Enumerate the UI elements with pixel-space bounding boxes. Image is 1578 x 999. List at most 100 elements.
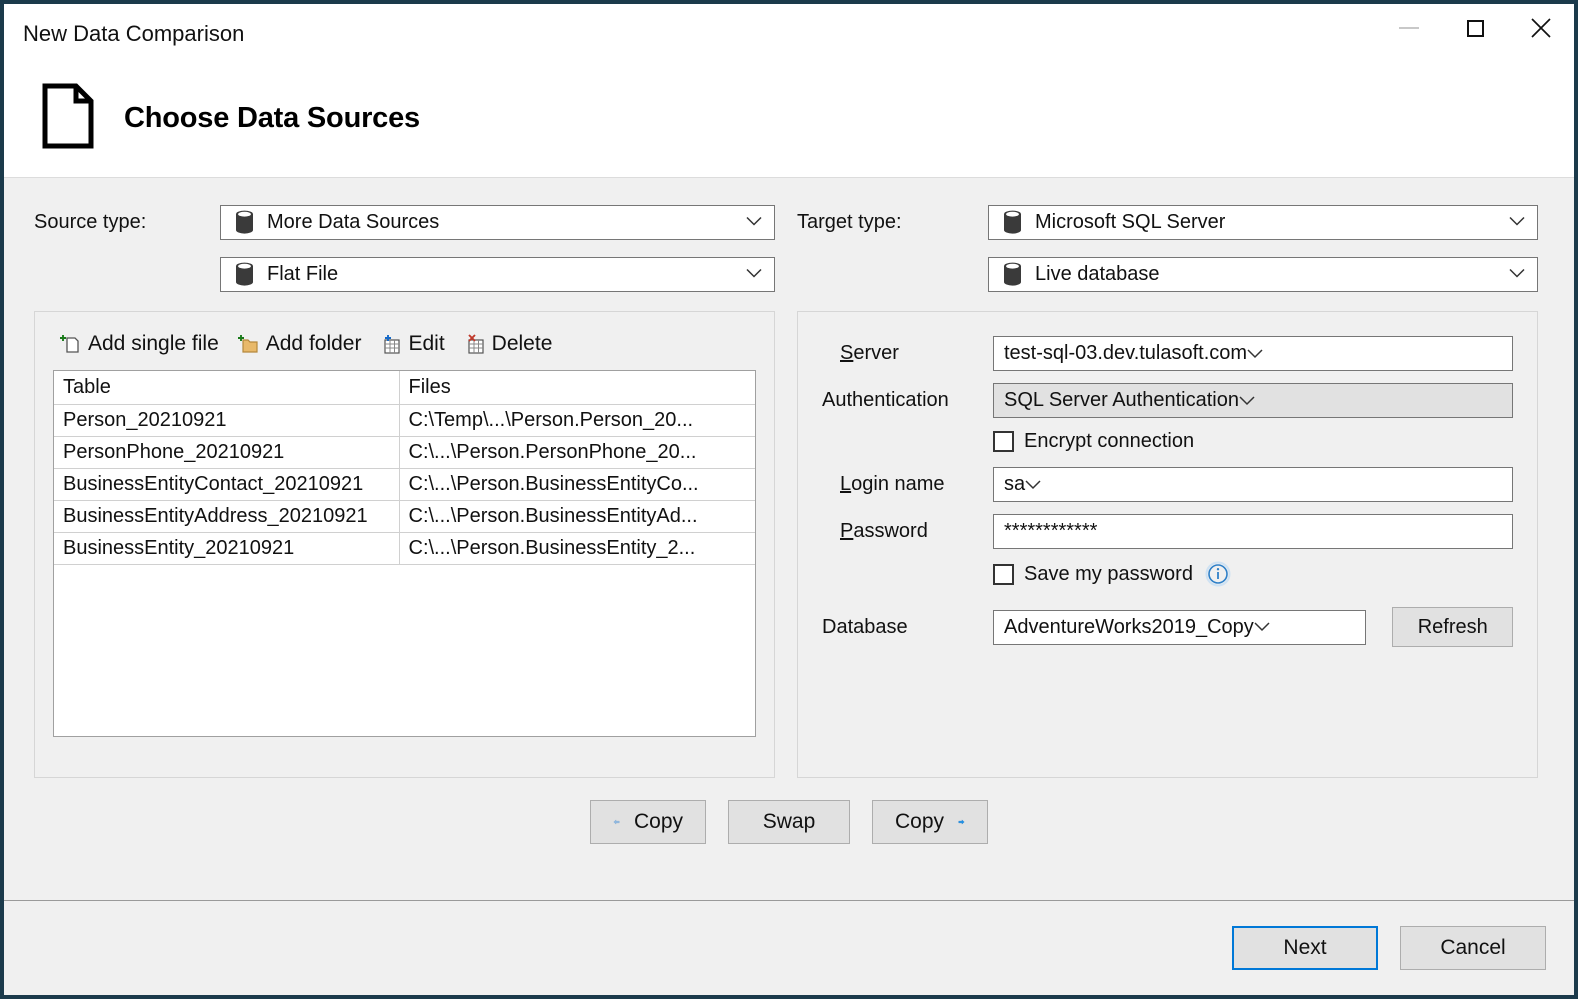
database-icon [1004, 210, 1021, 234]
copy-right-label: Copy [895, 810, 945, 833]
next-label: Next [1283, 936, 1327, 959]
login-name-row: Login name sa [822, 467, 1513, 502]
page-title: Choose Data Sources [124, 102, 420, 134]
cell-file-path: C:\...\Person.PersonPhone_20... [399, 436, 755, 469]
window-controls [1376, 4, 1574, 52]
swap-button[interactable]: Swap [728, 800, 850, 844]
chevron-down-icon [1239, 395, 1255, 405]
database-icon [236, 210, 253, 234]
save-password-row[interactable]: Save my password [993, 561, 1513, 587]
database-icon [1004, 262, 1021, 286]
target-type-row: Target type: Microsoft SQL Server [797, 204, 1538, 240]
files-toolbar: Add single file Add folder Edit Delete [59, 332, 756, 356]
server-input[interactable]: test-sql-03.dev.tulasoft.com [993, 336, 1513, 371]
encrypt-connection-checkbox[interactable] [993, 431, 1014, 452]
chevron-down-icon [1025, 479, 1041, 489]
database-icon [236, 262, 253, 286]
table-row[interactable]: Person_20210921 C:\Temp\...\Person.Perso… [54, 404, 755, 437]
refresh-label: Refresh [1417, 615, 1488, 638]
cell-table-name: Person_20210921 [54, 404, 400, 437]
target-provider-combo[interactable]: Microsoft SQL Server [988, 204, 1538, 240]
maximize-button[interactable] [1442, 4, 1508, 52]
table-row[interactable]: BusinessEntityAddress_20210921 C:\...\Pe… [54, 500, 755, 533]
login-name-input[interactable]: sa [993, 467, 1513, 502]
cell-file-path: C:\...\Person.BusinessEntityAd... [399, 500, 755, 533]
save-password-checkbox[interactable] [993, 563, 1014, 585]
close-icon [1531, 18, 1551, 38]
new-data-comparison-dialog: New Data Comparison Choose Data Sources [0, 0, 1578, 999]
add-single-file-button[interactable]: Add single file [59, 332, 219, 356]
copy-right-button[interactable]: Copy [872, 800, 988, 844]
next-button[interactable]: Next [1232, 926, 1378, 970]
files-table: Table Files Person_20210921 C:\Temp\...\… [54, 371, 755, 565]
database-label: Database [822, 615, 908, 638]
column-header-table[interactable]: Table [54, 371, 400, 405]
cell-table-name: BusinessEntity_20210921 [54, 532, 400, 565]
source-target-columns: Source type: More Data Sources Flat File… [4, 178, 1574, 778]
cancel-button[interactable]: Cancel [1400, 926, 1546, 970]
document-page-icon [42, 83, 94, 154]
table-row[interactable]: PersonPhone_20210921 C:\...\Person.Perso… [54, 436, 755, 469]
add-folder-icon [237, 335, 258, 353]
encrypt-connection-row[interactable]: Encrypt connection [993, 430, 1513, 453]
dialog-header: Choose Data Sources [4, 60, 1574, 178]
server-label-accel: S [840, 342, 854, 364]
source-type-row: Source type: More Data Sources [34, 204, 775, 240]
target-subtype-combo[interactable]: Live database [988, 256, 1538, 292]
cell-file-path: C:\...\Person.BusinessEntityCo... [399, 468, 755, 501]
login-label-accel: L [840, 473, 852, 495]
save-password-label: Save my password [1024, 562, 1193, 585]
minimize-icon [1399, 27, 1419, 29]
copy-left-label: Copy [633, 810, 683, 833]
authentication-select[interactable]: SQL Server Authentication [993, 383, 1513, 418]
edit-button[interactable]: Edit [379, 332, 445, 356]
source-provider-combo[interactable]: More Data Sources [220, 204, 775, 240]
source-subtype-combo[interactable]: Flat File [220, 256, 775, 292]
cancel-label: Cancel [1440, 936, 1506, 959]
source-type-label: Source type: [34, 210, 147, 233]
copy-swap-actions: Copy Swap Copy [4, 800, 1574, 844]
window-title: New Data Comparison [23, 21, 245, 46]
info-icon[interactable] [1205, 561, 1231, 587]
database-row: Database AdventureWorks2019_Copy Refresh [822, 607, 1513, 647]
refresh-button[interactable]: Refresh [1392, 607, 1513, 647]
column-header-files[interactable]: Files [399, 371, 755, 405]
source-subtype-value: Flat File [267, 262, 339, 285]
minimize-button[interactable] [1376, 4, 1442, 52]
source-files-group: Add single file Add folder Edit Delete T… [34, 311, 775, 778]
password-label-rest: assword [853, 520, 928, 542]
cell-table-name: BusinessEntityContact_20210921 [54, 468, 400, 501]
source-subtype-row: Flat File [34, 256, 775, 292]
files-table-container[interactable]: Table Files Person_20210921 C:\Temp\...\… [53, 370, 756, 737]
edit-table-icon [384, 335, 401, 354]
database-combo[interactable]: AdventureWorks2019_Copy [993, 609, 1367, 645]
copy-left-button[interactable]: Copy [590, 800, 706, 844]
dialog-footer: Next Cancel [4, 900, 1574, 995]
add-folder-label: Add folder [265, 332, 362, 355]
chevron-down-icon [746, 268, 762, 278]
target-type-label: Target type: [797, 210, 902, 233]
chevron-down-icon [1247, 348, 1263, 358]
authentication-value: SQL Server Authentication [1004, 389, 1239, 411]
server-label-rest: erver [853, 342, 899, 364]
table-row[interactable]: BusinessEntity_20210921 C:\...\Person.Bu… [54, 532, 755, 565]
table-row[interactable]: BusinessEntityContact_20210921 C:\...\Pe… [54, 468, 755, 501]
password-input[interactable]: ************ [993, 514, 1513, 549]
target-connection-group: Server test-sql-03.dev.tulasoft.com Auth [797, 311, 1538, 778]
password-label: Password [822, 520, 993, 543]
encrypt-connection-label: Encrypt connection [1024, 430, 1195, 452]
maximize-icon [1466, 19, 1484, 37]
target-column: Target type: Microsoft SQL Server Live d… [797, 204, 1538, 778]
source-column: Source type: More Data Sources Flat File… [34, 204, 775, 778]
dialog-body: Source type: More Data Sources Flat File… [4, 178, 1574, 900]
add-folder-button[interactable]: Add folder [237, 332, 362, 356]
close-button[interactable] [1508, 4, 1574, 52]
password-value: ************ [1004, 520, 1098, 542]
delete-button[interactable]: Delete [463, 332, 552, 356]
login-label-rest: ogin name [851, 473, 945, 495]
add-single-file-label: Add single file [88, 332, 219, 355]
authentication-label: Authentication [822, 389, 949, 411]
chevron-down-icon [1509, 268, 1525, 278]
add-file-icon [60, 335, 79, 353]
target-provider-value: Microsoft SQL Server [1035, 210, 1226, 233]
